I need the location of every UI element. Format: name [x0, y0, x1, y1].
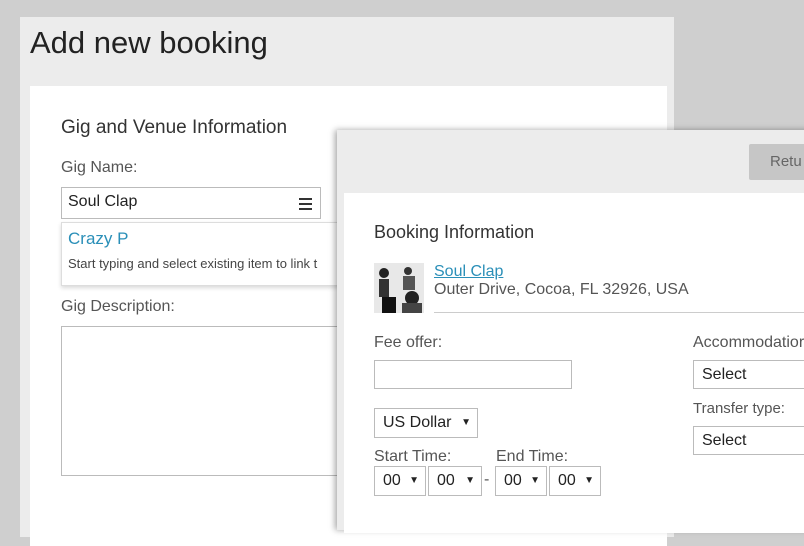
return-button-label: Retu [770, 153, 802, 170]
end-time-label: End Time: [496, 448, 569, 465]
end-hour-select[interactable]: 00 ▼ [495, 466, 547, 496]
page-title: Add new booking [30, 25, 268, 60]
gig-name-label: Gig Name: [61, 159, 138, 176]
transfer-type-label: Transfer type: [693, 400, 785, 417]
start-minute-select[interactable]: 00 ▼ [428, 466, 482, 496]
gig-suggestion-dropdown: Crazy P Start typing and select existing… [61, 222, 363, 286]
currency-value: US Dollar [383, 414, 452, 431]
booking-info-modal: Retu Booking Information Soul Clap Outer… [337, 130, 804, 533]
start-time-label: Start Time: [374, 448, 452, 465]
gig-description-textarea[interactable] [61, 326, 363, 476]
booking-section-title: Booking Information [374, 222, 535, 242]
booking-info-card: Booking Information Soul Clap Outer Driv… [344, 193, 804, 533]
start-hour-select[interactable]: 00 ▼ [374, 466, 426, 496]
gig-name-value: Soul Clap [68, 193, 138, 210]
venue-address: Outer Drive, Cocoa, FL 32926, USA [434, 281, 689, 298]
end-minute-select[interactable]: 00 ▼ [549, 466, 601, 496]
suggestion-hint: Start typing and select existing item to… [68, 256, 318, 271]
end-hour-value: 00 [504, 472, 522, 489]
gig-description-label: Gig Description: [61, 298, 175, 315]
gig-name-input[interactable]: Soul Clap [61, 187, 321, 219]
end-minute-value: 00 [558, 472, 576, 489]
chevron-down-icon: ▼ [461, 417, 471, 428]
chevron-down-icon: ▼ [409, 475, 419, 486]
gig-section-title: Gig and Venue Information [61, 117, 288, 138]
start-minute-value: 00 [437, 472, 455, 489]
venue-name-link[interactable]: Soul Clap [434, 263, 503, 281]
accommodation-select[interactable]: Select [693, 360, 804, 389]
transfer-type-select[interactable]: Select [693, 426, 804, 455]
venue-thumbnail [374, 263, 424, 313]
start-hour-value: 00 [383, 472, 401, 489]
return-button[interactable]: Retu [749, 144, 804, 180]
currency-select[interactable]: US Dollar ▼ [374, 408, 478, 438]
chevron-down-icon: ▼ [530, 475, 540, 486]
accommodation-value: Select [702, 366, 747, 383]
chevron-down-icon: ▼ [584, 475, 594, 486]
divider [434, 312, 804, 313]
fee-offer-label: Fee offer: [374, 334, 443, 351]
menu-icon[interactable] [299, 198, 312, 213]
time-separator: - [484, 471, 490, 488]
accommodation-label: Accommodatior [693, 334, 804, 351]
chevron-down-icon: ▼ [465, 475, 475, 486]
fee-offer-input[interactable] [374, 360, 572, 389]
transfer-type-value: Select [702, 432, 747, 449]
suggestion-item[interactable]: Crazy P [68, 229, 128, 249]
